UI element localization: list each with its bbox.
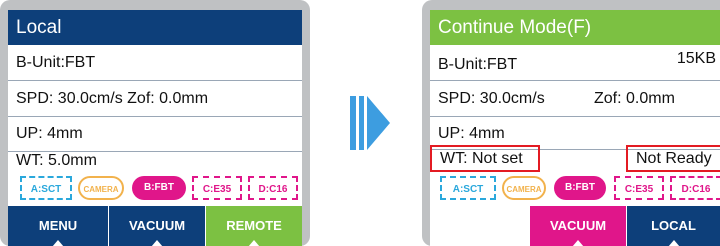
- right-device-frame: Continue Mode(F) B-Unit:FBT 15KB SPD: 30…: [422, 0, 720, 246]
- not-ready-highlight-box: Not Ready: [626, 145, 720, 172]
- left-wt-row: WT: 5.0mm: [16, 152, 97, 169]
- caret-up-icon: [248, 240, 260, 246]
- caret-up-icon: [52, 240, 64, 246]
- chip-d-c16[interactable]: D:C16: [670, 176, 720, 200]
- wt-not-set-label: WT: Not set: [440, 150, 523, 167]
- chip-c-e35[interactable]: C:E35: [614, 176, 664, 200]
- caret-up-icon: [151, 240, 163, 246]
- zof-value: Zof: 0.0mm: [594, 90, 675, 107]
- left-chip-strip: A:SCT CAMERA B:FBT C:E35 D:C16: [8, 174, 302, 206]
- size-label: 15KB: [676, 50, 716, 67]
- chip-camera[interactable]: CAMERA: [502, 176, 546, 200]
- menu-button[interactable]: MENU: [8, 206, 108, 246]
- right-speed-row: SPD: 30.0cm/s Zof: 0.0mm: [430, 84, 720, 114]
- vacuum-button[interactable]: VACUUM: [530, 206, 626, 246]
- right-screen: Continue Mode(F) B-Unit:FBT 15KB SPD: 30…: [430, 10, 720, 246]
- speed-value: SPD: 30.0cm/s: [438, 90, 545, 107]
- menu-button-label: MENU: [38, 218, 78, 233]
- left-button-bar: MENU VACUUM REMOTE: [8, 206, 302, 246]
- chip-a-sct[interactable]: A:SCT: [440, 176, 496, 200]
- left-separator: [8, 80, 302, 81]
- left-device-frame: Local B-Unit:FBT SPD: 30.0cm/s Zof: 0.0m…: [0, 0, 310, 246]
- remote-button[interactable]: REMOTE: [206, 206, 302, 246]
- vacuum-button[interactable]: VACUUM: [109, 206, 205, 246]
- vacuum-button-label: VACUUM: [549, 218, 607, 233]
- left-screen: Local B-Unit:FBT SPD: 30.0cm/s Zof: 0.0m…: [8, 10, 302, 246]
- caret-up-icon: [572, 240, 584, 246]
- left-separator: [8, 116, 302, 117]
- caret-up-icon: [667, 240, 680, 246]
- left-title-bar: Local: [8, 10, 302, 45]
- chip-d-c16[interactable]: D:C16: [248, 176, 298, 200]
- not-ready-status: Not Ready: [636, 150, 712, 167]
- right-title-bar: Continue Mode(F): [430, 10, 720, 45]
- chip-camera[interactable]: CAMERA: [78, 176, 124, 200]
- left-up-row: UP: 4mm: [16, 125, 83, 142]
- chip-c-e35[interactable]: C:E35: [192, 176, 242, 200]
- chip-a-sct[interactable]: A:SCT: [20, 176, 72, 200]
- local-button[interactable]: LOCAL: [627, 206, 720, 246]
- chip-b-fbt[interactable]: B:FBT: [554, 176, 606, 200]
- transition-arrow-icon: [350, 96, 390, 150]
- local-button-label: LOCAL: [651, 218, 696, 233]
- right-button-bar: VACUUM LOCAL: [430, 206, 720, 246]
- left-unit-row: B-Unit:FBT: [16, 54, 96, 71]
- left-speed-row: SPD: 30.0cm/s Zof: 0.0mm: [16, 90, 209, 107]
- chip-b-fbt[interactable]: B:FBT: [132, 176, 186, 200]
- right-separator: [430, 116, 720, 117]
- right-separator: [430, 80, 720, 81]
- remote-button-label: REMOTE: [226, 218, 282, 233]
- vacuum-button-label: VACUUM: [128, 218, 186, 233]
- right-chip-strip: A:SCT CAMERA B:FBT C:E35 D:C16: [430, 174, 720, 206]
- wt-highlight-box: WT: Not set: [430, 145, 540, 172]
